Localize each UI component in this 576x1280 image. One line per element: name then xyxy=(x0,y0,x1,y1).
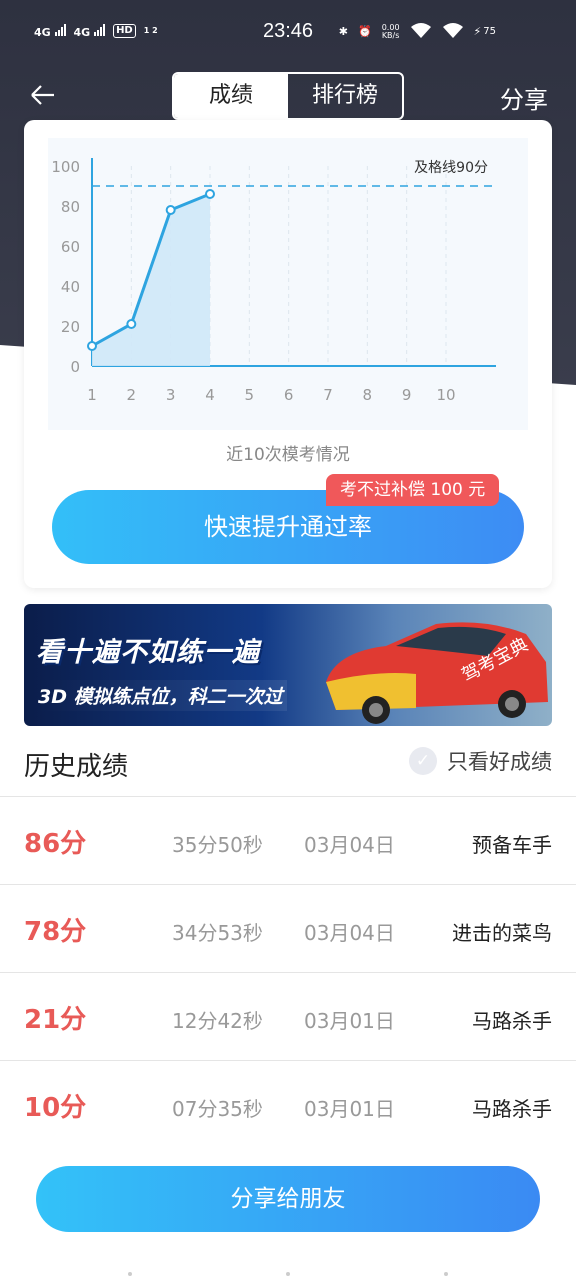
score-point xyxy=(205,189,215,199)
y-tick-label: 100 xyxy=(51,158,80,176)
x-tick-label: 10 xyxy=(436,386,455,404)
score-point xyxy=(87,341,97,351)
x-tick-label: 2 xyxy=(127,386,137,404)
history-row[interactable]: 78分 34分53秒 03月04日 进击的菜鸟 xyxy=(0,884,576,972)
history-list: 86分 35分50秒 03月04日 预备车手 78分 34分53秒 03月04日… xyxy=(0,796,576,1148)
score-point xyxy=(165,205,176,215)
battery-icon: ⚡ 75 xyxy=(474,25,496,38)
history-row[interactable]: 86分 35分50秒 03月04日 预备车手 xyxy=(0,796,576,884)
good-scores-label: 只看好成绩 xyxy=(447,750,552,774)
x-tick-label: 4 xyxy=(205,386,215,404)
battery-level: 75 xyxy=(483,26,496,37)
history-row[interactable]: 10分 07分35秒 03月01日 马路杀手 xyxy=(0,1060,576,1148)
score-area xyxy=(92,194,210,366)
row-date: 03月04日 xyxy=(304,833,395,857)
row-date: 03月01日 xyxy=(304,1097,395,1121)
row-rank: 进击的菜鸟 xyxy=(452,921,552,945)
banner-headline: 看十遍不如练一遍 xyxy=(36,637,260,668)
x-tick-label: 5 xyxy=(245,386,255,404)
bluetooth-icon: ✱ xyxy=(338,25,349,38)
nav-dot xyxy=(128,1272,132,1276)
score-line-chart: 0 20 40 60 80 100 1 2 3 4 5 6 7 8 9 10 及格线90分 xyxy=(51,158,496,404)
row-score: 78分 xyxy=(24,917,87,947)
back-button[interactable] xyxy=(28,80,58,110)
row-duration: 34分53秒 xyxy=(172,921,263,945)
row-duration: 12分42秒 xyxy=(172,1009,263,1033)
good-scores-toggle[interactable]: ✓ 只看好成绩 xyxy=(409,746,552,776)
tab-scores[interactable]: 成绩 xyxy=(174,74,288,118)
x-tick-label: 6 xyxy=(284,386,294,404)
score-chart-card: 0 20 40 60 80 100 1 2 3 4 5 6 7 8 9 10 及格线90分 近10次模考情况 快… xyxy=(24,120,552,588)
wifi-icon xyxy=(410,22,432,41)
row-rank: 马路杀手 xyxy=(472,1097,552,1121)
status-bar: 4G 4G HD 1 2 23:46 ✱ ⏰ 0.00 KB/s ⚡ 75 xyxy=(0,0,576,64)
tab-ranking[interactable]: 排行榜 xyxy=(288,74,402,118)
net-speed: 0.00 KB/s xyxy=(381,23,400,40)
y-tick-label: 0 xyxy=(70,358,80,376)
top-nav: 成绩 排行榜 分享 xyxy=(0,66,576,126)
row-score: 86分 xyxy=(24,829,87,859)
row-score: 21分 xyxy=(24,1005,87,1035)
x-tick-label: 8 xyxy=(363,386,373,404)
chart-caption: 近10次模考情况 xyxy=(226,445,350,465)
x-tick-label: 7 xyxy=(323,386,333,404)
row-date: 03月04日 xyxy=(304,921,395,945)
charging-icon: ⚡ xyxy=(473,25,482,38)
share-link[interactable]: 分享 xyxy=(500,80,548,115)
net-speed-unit: KB/s xyxy=(381,30,400,40)
pass-line-label: 及格线90分 xyxy=(414,160,488,176)
y-tick-label: 80 xyxy=(61,198,80,216)
history-row[interactable]: 21分 12分42秒 03月01日 马路杀手 xyxy=(0,972,576,1060)
promo-banner[interactable]: 看十遍不如练一遍 3D 模拟练点位，科二一次过 驾考宝典 xyxy=(24,604,552,726)
history-title: 历史成绩 xyxy=(24,752,129,782)
share-to-friends-button[interactable]: 分享给朋友 xyxy=(36,1166,540,1232)
row-score: 10分 xyxy=(24,1093,87,1123)
row-rank: 马路杀手 xyxy=(472,1009,552,1033)
car-image: 驾考宝典 xyxy=(326,622,548,724)
status-right: ✱ ⏰ 0.00 KB/s ⚡ 75 xyxy=(339,22,496,41)
y-tick-label: 60 xyxy=(61,238,80,256)
nav-dot xyxy=(444,1272,448,1276)
row-rank: 预备车手 xyxy=(472,833,552,857)
wifi-icon-2 xyxy=(442,22,464,41)
history-header: 历史成绩 ✓ 只看好成绩 xyxy=(0,740,576,796)
compensation-badge: 考不过补偿 100 元 xyxy=(326,474,500,506)
check-icon: ✓ xyxy=(409,747,437,775)
row-duration: 07分35秒 xyxy=(172,1097,263,1121)
score-point xyxy=(126,319,137,329)
banner-subline: 3D 模拟练点位，科二一次过 xyxy=(34,680,287,711)
nav-dot xyxy=(286,1272,290,1276)
alarm-icon: ⏰ xyxy=(358,25,372,38)
tab-switch: 成绩 排行榜 xyxy=(172,72,404,120)
y-tick-label: 40 xyxy=(61,278,80,296)
row-duration: 35分50秒 xyxy=(172,833,263,857)
row-date: 03月01日 xyxy=(304,1009,395,1033)
x-tick-label: 1 xyxy=(87,386,97,404)
chart-area: 0 20 40 60 80 100 1 2 3 4 5 6 7 8 9 10 及格线90分 xyxy=(48,138,528,430)
x-tick-label: 3 xyxy=(166,386,176,404)
bottom-indicator xyxy=(0,1272,576,1276)
back-arrow-icon xyxy=(31,85,54,105)
y-tick-label: 20 xyxy=(61,318,80,336)
x-tick-label: 9 xyxy=(402,386,412,404)
